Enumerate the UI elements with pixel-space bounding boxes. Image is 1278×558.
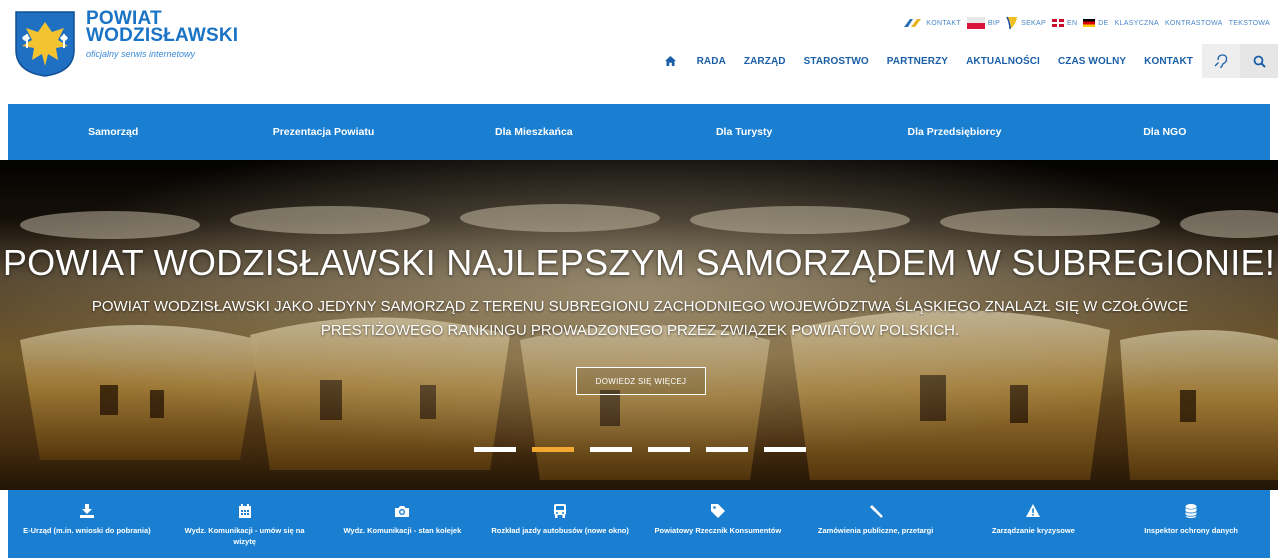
sekap-label: SEKAP bbox=[1021, 19, 1046, 27]
quick-link-label: Wydz. Komunikacji - umów się na wizytę bbox=[184, 526, 305, 546]
quick-link-kryzysowe[interactable]: Zarządzanie kryzysowe bbox=[955, 490, 1113, 558]
logo-text: POWIAT WODZISŁAWSKI oficjalny serwis int… bbox=[86, 9, 239, 59]
main-navigation: RADA ZARZĄD STAROSTWO PARTNERZY AKTUALNO… bbox=[653, 44, 1278, 78]
slider-dot-6[interactable] bbox=[764, 447, 806, 452]
quick-link-label: Rozkład jazdy autobusów (nowe okno) bbox=[491, 526, 629, 535]
nav-czas-wolny[interactable]: CZAS WOLNY bbox=[1049, 44, 1135, 78]
lang-en-link[interactable]: EN bbox=[1051, 19, 1078, 27]
download-icon bbox=[79, 504, 94, 518]
quick-link-label: Powiatowy Rzecznik Konsumentów bbox=[654, 526, 782, 535]
nav-zarzad[interactable]: ZARZĄD bbox=[735, 44, 795, 78]
nav-partnerzy[interactable]: PARTNERZY bbox=[878, 44, 957, 78]
page: POWIAT WODZISŁAWSKI oficjalny serwis int… bbox=[0, 0, 1278, 558]
slider-pagination bbox=[474, 447, 806, 452]
database-icon bbox=[1185, 504, 1198, 518]
quick-link-e-urzad[interactable]: E-Urząd (m.in. wnioski do pobrania) bbox=[8, 490, 166, 558]
sekap-icon bbox=[1006, 16, 1018, 30]
search-button[interactable] bbox=[1240, 44, 1278, 78]
logo-line-2: WODZISŁAWSKI bbox=[86, 25, 239, 46]
quick-link-rozklad[interactable]: Rozkład jazdy autobusów (nowe okno) bbox=[481, 490, 639, 558]
kontakt-link[interactable]: KONTAKT bbox=[903, 17, 961, 29]
logo-subtitle: oficjalny serwis internetowy bbox=[86, 49, 196, 59]
nav-starostwo[interactable]: STAROSTWO bbox=[795, 44, 878, 78]
quick-link-rzecznik[interactable]: Powiatowy Rzecznik Konsumentów bbox=[639, 490, 797, 558]
menu-samorzad[interactable]: Samorząd bbox=[8, 104, 218, 160]
bip-flag-icon bbox=[966, 17, 985, 29]
bus-icon bbox=[554, 504, 567, 518]
quick-links-bar: E-Urząd (m.in. wnioski do pobrania) Wydz… bbox=[8, 490, 1270, 558]
quick-link-zamowienia[interactable]: Zamówienia publiczne, przetargi bbox=[797, 490, 955, 558]
home-icon bbox=[664, 56, 676, 66]
lang-de-link[interactable]: DE bbox=[1083, 19, 1108, 27]
quick-link-iod[interactable]: Inspektor ochrony danych bbox=[1112, 490, 1270, 558]
bip-link[interactable]: BIP bbox=[966, 17, 1001, 29]
site-header: POWIAT WODZISŁAWSKI oficjalny serwis int… bbox=[0, 0, 1278, 104]
quick-link-label: Zarządzanie kryzysowe bbox=[991, 526, 1075, 535]
quick-link-label: Zamówienia publiczne, przetargi bbox=[817, 526, 934, 535]
coat-of-arms-icon bbox=[15, 11, 75, 77]
top-utility-bar: KONTAKT BIP SEKAP EN DE KLASYCZNA KONTRA… bbox=[903, 16, 1270, 30]
version-text-link[interactable]: TEKSTOWA bbox=[1229, 20, 1270, 27]
hero-subtitle: POWIAT WODZISŁAWSKI JAKO JEDYNY SAMORZĄD… bbox=[91, 298, 1189, 339]
tag-icon bbox=[710, 504, 725, 518]
quick-link-kolejki[interactable]: Wydz. Komunikacji - stan kolejek bbox=[324, 490, 482, 558]
lang-de-label: DE bbox=[1098, 19, 1109, 27]
menu-dla-przedsiebiorcy[interactable]: Dla Przedsiębiorcy bbox=[849, 104, 1059, 160]
uk-flag-icon bbox=[1051, 19, 1064, 27]
site-logo[interactable]: POWIAT WODZISŁAWSKI oficjalny serwis int… bbox=[14, 9, 239, 78]
slider-dot-4[interactable] bbox=[648, 447, 690, 452]
nav-rada[interactable]: RADA bbox=[688, 44, 735, 78]
menu-dla-mieszkanca[interactable]: Dla Mieszkańca bbox=[429, 104, 639, 160]
quick-link-label: Wydz. Komunikacji - stan kolejek bbox=[343, 526, 462, 535]
slider-dot-2[interactable] bbox=[532, 447, 574, 452]
home-link[interactable] bbox=[653, 44, 688, 78]
quick-link-label: E-Urząd (m.in. wnioski do pobrania) bbox=[23, 526, 151, 535]
version-classic-link[interactable]: KLASYCZNA bbox=[1115, 20, 1159, 27]
menu-dla-ngo[interactable]: Dla NGO bbox=[1060, 104, 1270, 160]
calendar-icon bbox=[238, 504, 251, 518]
quick-link-wizyta[interactable]: Wydz. Komunikacji - umów się na wizytę bbox=[166, 490, 324, 558]
nav-kontakt[interactable]: KONTAKT bbox=[1135, 44, 1202, 78]
hearing-icon bbox=[1214, 54, 1228, 68]
kontakt-label: KONTAKT bbox=[926, 19, 961, 27]
slider-dot-3[interactable] bbox=[590, 447, 632, 452]
hearing-aid-button[interactable] bbox=[1202, 44, 1240, 78]
version-contrast-link[interactable]: KONTRASTOWA bbox=[1165, 20, 1223, 27]
slider-dot-1[interactable] bbox=[474, 447, 516, 452]
nav-aktualnosci[interactable]: AKTUALNOŚCI bbox=[957, 44, 1049, 78]
learn-more-button[interactable]: DOWIEDZ SIĘ WIĘCEJ bbox=[576, 367, 706, 395]
hero-slider: POWIAT WODZISŁAWSKI NAJLEPSZYM SAMORZĄDE… bbox=[0, 160, 1278, 490]
warning-icon bbox=[1026, 504, 1041, 517]
sekap-link[interactable]: SEKAP bbox=[1006, 16, 1046, 30]
search-icon bbox=[1253, 55, 1266, 68]
german-flag-icon bbox=[1083, 19, 1096, 27]
menu-prezentacja-powiatu[interactable]: Prezentacja Powiatu bbox=[218, 104, 428, 160]
category-menu: Samorząd Prezentacja Powiatu Dla Mieszka… bbox=[8, 104, 1270, 160]
camera-icon bbox=[395, 506, 410, 517]
slider-dot-5[interactable] bbox=[706, 447, 748, 452]
hero-title: POWIAT WODZISŁAWSKI NAJLEPSZYM SAMORZĄDE… bbox=[2, 242, 1276, 283]
quick-link-label: Inspektor ochrony danych bbox=[1144, 526, 1239, 535]
lang-en-label: EN bbox=[1066, 19, 1078, 27]
bip-label: BIP bbox=[987, 19, 1001, 27]
gavel-icon bbox=[869, 505, 883, 518]
menu-dla-turysty[interactable]: Dla Turysty bbox=[639, 104, 849, 160]
eu-contact-icon bbox=[904, 19, 922, 27]
